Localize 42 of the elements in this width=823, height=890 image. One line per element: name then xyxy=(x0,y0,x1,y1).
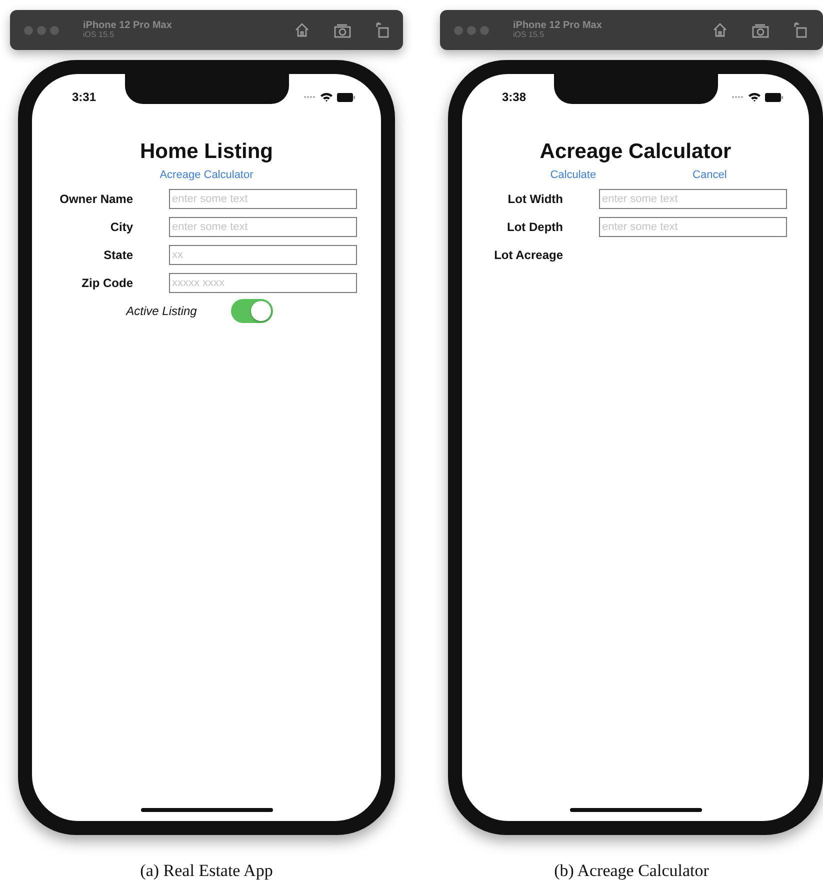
os-version: iOS 15.5 xyxy=(83,31,116,40)
wifi-icon xyxy=(748,92,761,102)
toggle-switch[interactable] xyxy=(230,299,273,324)
battery-icon xyxy=(765,92,783,102)
field-label: State xyxy=(102,247,133,264)
screenshot-icon[interactable] xyxy=(752,22,769,38)
wifi-icon xyxy=(320,92,333,102)
device-name: iPhone 12 Pro Max xyxy=(513,20,602,32)
link-button[interactable]: Calculate xyxy=(550,169,596,182)
screen-title: Acreage Calculator xyxy=(538,140,732,164)
os-version: iOS 15.5 xyxy=(513,31,546,40)
field-label: Zip Code xyxy=(80,275,133,292)
field-label: Lot Width xyxy=(506,191,563,208)
text-field[interactable]: enter some text xyxy=(599,217,787,238)
window-buttons xyxy=(454,26,489,34)
window-buttons xyxy=(24,26,59,34)
signal-icon xyxy=(304,95,316,99)
status-time: 3:31 xyxy=(72,89,96,106)
text-field[interactable]: enter some text xyxy=(169,189,357,210)
field-label: City xyxy=(109,219,133,236)
screen-title: Home Listing xyxy=(138,140,274,164)
text-field[interactable]: enter some text xyxy=(599,189,787,210)
field-label: Owner Name xyxy=(58,191,133,208)
text-field[interactable]: xxxxx xxxx xyxy=(169,273,357,294)
signal-icon xyxy=(732,95,744,99)
device-name: iPhone 12 Pro Max xyxy=(83,20,172,32)
link-button[interactable]: Cancel xyxy=(692,169,727,182)
status-time: 3:38 xyxy=(502,89,526,106)
toggle-label: Active Listing xyxy=(126,303,197,320)
figure-caption: (a) Real Estate App xyxy=(139,860,274,882)
figure-caption: (b) Acreage Calculator xyxy=(553,860,710,882)
link-button[interactable]: Acreage Calculator xyxy=(160,169,254,182)
home-icon[interactable] xyxy=(294,22,310,38)
rotate-icon[interactable] xyxy=(793,22,807,38)
field-label: Lot Acreage xyxy=(493,247,563,264)
screenshot-icon[interactable] xyxy=(334,22,351,38)
field-label: Lot Depth xyxy=(506,219,563,236)
text-field[interactable]: xx xyxy=(169,245,357,266)
home-icon[interactable] xyxy=(712,22,728,38)
text-field[interactable]: enter some text xyxy=(169,217,357,238)
rotate-icon[interactable] xyxy=(375,22,389,38)
battery-icon xyxy=(337,92,355,102)
